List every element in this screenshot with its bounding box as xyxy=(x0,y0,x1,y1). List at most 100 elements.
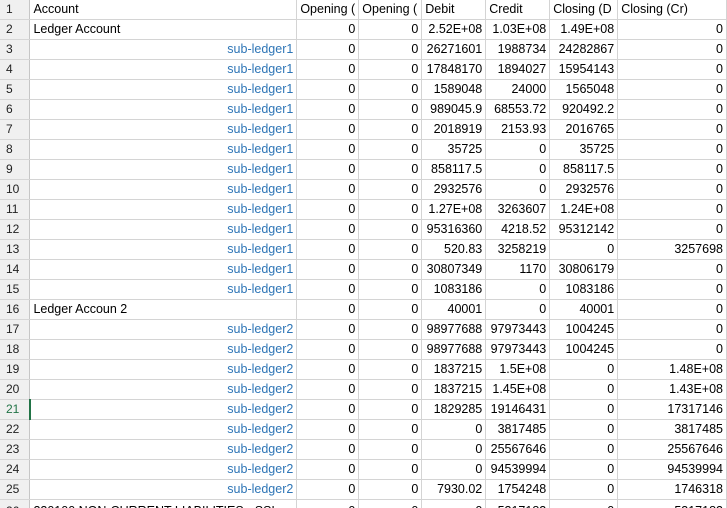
cell-value[interactable]: 1.5E+08 xyxy=(485,359,551,380)
cell-value[interactable]: 3258219 xyxy=(485,239,551,260)
cell-value[interactable]: 1.27E+08 xyxy=(421,199,487,220)
cell-value[interactable]: 2932576 xyxy=(549,179,619,200)
cell-value[interactable]: 1589048 xyxy=(421,79,487,100)
cell-value[interactable]: 1.48E+08 xyxy=(617,359,727,380)
cell-account[interactable]: sub-ledger2 xyxy=(29,419,298,440)
header-opening-dr[interactable]: Opening ( xyxy=(296,0,360,20)
cell-value[interactable]: 0 xyxy=(617,319,727,340)
cell-value[interactable]: 35725 xyxy=(549,139,619,160)
cell-value[interactable]: 0 xyxy=(549,239,619,260)
cell-account[interactable]: sub-ledger1 xyxy=(29,239,298,260)
cell-value[interactable]: 0 xyxy=(296,79,360,100)
cell-value[interactable]: 0 xyxy=(358,159,423,180)
cell-value[interactable]: 3817485 xyxy=(617,419,727,440)
cell-value[interactable]: 19146431 xyxy=(485,399,551,420)
header-closing-dr[interactable]: Closing (D xyxy=(549,0,619,20)
cell-account[interactable]: sub-ledger1 xyxy=(29,39,298,60)
header-account[interactable]: Account xyxy=(29,0,298,20)
cell-account[interactable]: sub-ledger2 xyxy=(29,319,298,340)
cell-value[interactable]: 0 xyxy=(617,39,727,60)
row-header[interactable]: 13 xyxy=(0,239,31,260)
cell-value[interactable]: 0 xyxy=(358,39,423,60)
cell-value[interactable]: 5317182 xyxy=(617,499,727,508)
cell-value[interactable]: 0 xyxy=(549,419,619,440)
cell-value[interactable]: 0 xyxy=(296,319,360,340)
row-header[interactable]: 25 xyxy=(0,479,31,500)
cell-value[interactable]: 0 xyxy=(358,419,423,440)
cell-value[interactable]: 858117.5 xyxy=(549,159,619,180)
cell-value[interactable]: 0 xyxy=(296,439,360,460)
cell-value[interactable]: 2932576 xyxy=(421,179,487,200)
cell-account[interactable]: sub-ledger1 xyxy=(29,259,298,280)
cell-value[interactable]: 2016765 xyxy=(549,119,619,140)
header-closing-cr[interactable]: Closing (Cr) xyxy=(617,0,727,20)
cell-value[interactable]: 0 xyxy=(296,139,360,160)
cell-value[interactable]: 0 xyxy=(421,439,487,460)
cell-value[interactable]: 0 xyxy=(358,379,423,400)
cell-account[interactable]: sub-ledger2 xyxy=(29,339,298,360)
cell-account[interactable]: sub-ledger1 xyxy=(29,179,298,200)
cell-value[interactable]: 1.45E+08 xyxy=(485,379,551,400)
cell-value[interactable]: 0 xyxy=(358,259,423,280)
cell-value[interactable]: 0 xyxy=(549,479,619,500)
cell-value[interactable]: 2.52E+08 xyxy=(421,19,487,40)
cell-value[interactable]: 920492.2 xyxy=(549,99,619,120)
cell-value[interactable]: 0 xyxy=(358,219,423,240)
cell-value[interactable]: 97973443 xyxy=(485,319,551,340)
cell-value[interactable]: 0 xyxy=(296,339,360,360)
cell-value[interactable]: 0 xyxy=(358,499,423,508)
cell-value[interactable]: 0 xyxy=(617,19,727,40)
cell-value[interactable]: 1170 xyxy=(485,259,551,280)
row-header[interactable]: 5 xyxy=(0,79,31,100)
cell-value[interactable]: 0 xyxy=(358,279,423,300)
cell-account[interactable]: sub-ledger1 xyxy=(29,119,298,140)
row-header[interactable]: 26 xyxy=(0,499,31,508)
cell-account[interactable]: sub-ledger2 xyxy=(29,379,298,400)
row-header[interactable]: 24 xyxy=(0,459,31,480)
cell-value[interactable]: 5317182 xyxy=(485,499,551,508)
row-header[interactable]: 1 xyxy=(0,0,31,20)
cell-value[interactable]: 2153.93 xyxy=(485,119,551,140)
cell-value[interactable]: 0 xyxy=(617,79,727,100)
cell-account[interactable]: sub-ledger1 xyxy=(29,99,298,120)
cell-value[interactable]: 858117.5 xyxy=(421,159,487,180)
cell-value[interactable]: 0 xyxy=(296,459,360,480)
cell-value[interactable]: 1988734 xyxy=(485,39,551,60)
cell-value[interactable]: 0 xyxy=(617,119,727,140)
cell-value[interactable]: 7930.02 xyxy=(421,479,487,500)
cell-value[interactable]: 0 xyxy=(358,99,423,120)
cell-value[interactable]: 0 xyxy=(296,399,360,420)
cell-value[interactable]: 25567646 xyxy=(617,439,727,460)
cell-value[interactable]: 24000 xyxy=(485,79,551,100)
cell-account[interactable]: sub-ledger1 xyxy=(29,219,298,240)
cell-value[interactable]: 0 xyxy=(358,439,423,460)
cell-value[interactable]: 4218.52 xyxy=(485,219,551,240)
cell-value[interactable]: 0 xyxy=(617,99,727,120)
row-header[interactable]: 4 xyxy=(0,59,31,80)
cell-value[interactable]: 68553.72 xyxy=(485,99,551,120)
row-header[interactable]: 9 xyxy=(0,159,31,180)
header-debit[interactable]: Debit xyxy=(421,0,487,20)
cell-value[interactable]: 0 xyxy=(358,139,423,160)
cell-value[interactable]: 0 xyxy=(296,219,360,240)
cell-value[interactable]: 0 xyxy=(485,279,551,300)
row-header[interactable]: 23 xyxy=(0,439,31,460)
cell-value[interactable]: 1004245 xyxy=(549,319,619,340)
cell-value[interactable]: 17848170 xyxy=(421,59,487,80)
cell-value[interactable]: 1.24E+08 xyxy=(549,199,619,220)
cell-value[interactable]: 35725 xyxy=(421,139,487,160)
cell-value[interactable]: 95312142 xyxy=(549,219,619,240)
cell-value[interactable]: 1.43E+08 xyxy=(617,379,727,400)
row-header[interactable]: 6 xyxy=(0,99,31,120)
cell-value[interactable]: 0 xyxy=(358,479,423,500)
cell-value[interactable]: 0 xyxy=(549,359,619,380)
header-credit[interactable]: Credit xyxy=(485,0,551,20)
cell-value[interactable]: 30807349 xyxy=(421,259,487,280)
cell-account[interactable]: Ledger Accoun 2 xyxy=(29,299,298,320)
cell-value[interactable]: 0 xyxy=(617,179,727,200)
cell-value[interactable]: 40001 xyxy=(421,299,487,320)
row-header[interactable]: 2 xyxy=(0,19,31,40)
cell-value[interactable]: 0 xyxy=(296,479,360,500)
cell-value[interactable]: 989045.9 xyxy=(421,99,487,120)
cell-value[interactable]: 3257698 xyxy=(617,239,727,260)
